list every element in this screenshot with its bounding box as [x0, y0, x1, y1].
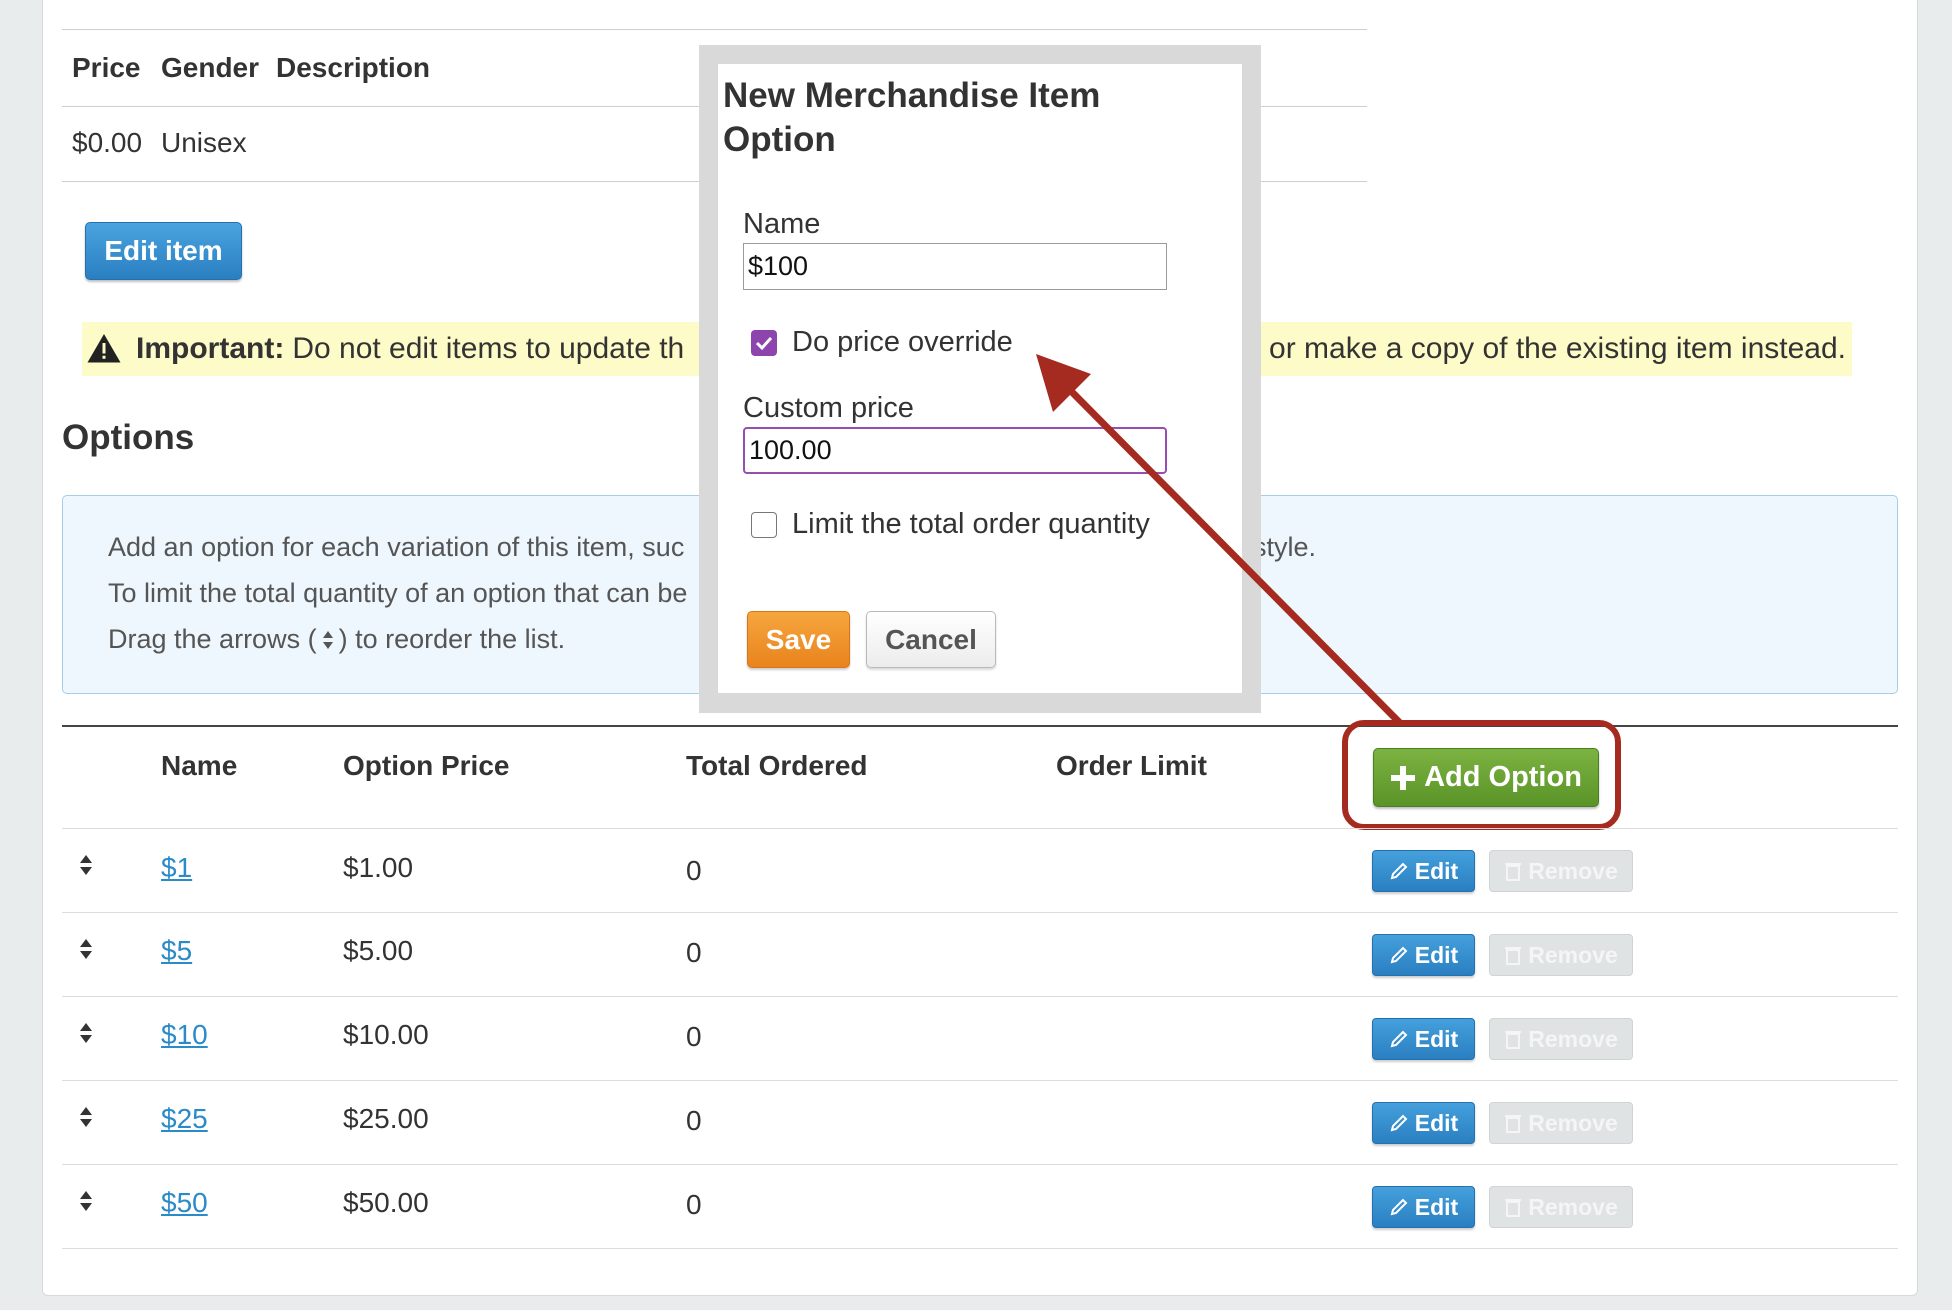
drag-handle-icon[interactable]: [78, 1021, 94, 1045]
limit-quantity-label: Limit the total order quantity: [792, 508, 1150, 540]
edit-label: Edit: [1414, 1109, 1459, 1136]
annotation-highlight-box: [1342, 720, 1621, 830]
option-ordered: 0: [686, 937, 702, 968]
edit-option-button[interactable]: Edit: [1372, 934, 1475, 976]
checkmark-icon: [755, 336, 773, 351]
header-description: Description: [276, 52, 431, 83]
option-price: $50.00: [343, 1187, 429, 1218]
info-line-3: Drag the arrows ( ) to reorder the list.: [108, 624, 565, 655]
header-total-ordered: Total Ordered: [686, 750, 868, 781]
header-name: Name: [161, 750, 238, 781]
trash-icon: [1505, 1199, 1522, 1217]
drag-handle-icon[interactable]: [78, 937, 94, 961]
option-ordered: 0: [686, 855, 702, 886]
info-line-1: Add an option for each variation of this…: [108, 532, 685, 562]
row-divider: [62, 1164, 1898, 1165]
row-divider: [62, 912, 1898, 913]
option-ordered: 0: [686, 1105, 702, 1136]
new-option-modal: New Merchandise Item Option Name Do pric…: [718, 64, 1242, 693]
row-divider: [62, 996, 1898, 997]
info-line-1-tail: style.: [1253, 532, 1317, 562]
pencil-icon: [1390, 1114, 1408, 1132]
option-ordered: 0: [686, 1189, 702, 1220]
option-name-link[interactable]: $10: [161, 1019, 208, 1051]
option-price: $1.00: [343, 852, 414, 883]
table-top-border: [62, 29, 1367, 30]
remove-option-button[interactable]: Remove: [1489, 1018, 1633, 1060]
warning-icon: [87, 334, 121, 363]
custom-price-label: Custom price: [743, 392, 914, 424]
option-name-link[interactable]: $1: [161, 852, 192, 884]
edit-label: Edit: [1414, 857, 1459, 884]
edit-option-button[interactable]: Edit: [1372, 1018, 1475, 1060]
option-name-link[interactable]: $5: [161, 935, 192, 967]
limit-quantity-checkbox[interactable]: [751, 512, 777, 538]
remove-label: Remove: [1528, 1025, 1618, 1052]
remove-label: Remove: [1528, 857, 1618, 884]
edit-label: Edit: [1414, 1025, 1459, 1052]
header-price: Price: [72, 52, 141, 83]
row-divider: [62, 1080, 1898, 1081]
sort-arrows-icon: [322, 631, 333, 649]
pencil-icon: [1390, 1030, 1408, 1048]
trash-icon: [1505, 1031, 1522, 1049]
edit-option-button[interactable]: Edit: [1372, 850, 1475, 892]
pencil-icon: [1390, 946, 1408, 964]
option-price: $5.00: [343, 935, 414, 966]
info-line-3-pre: Drag the arrows (: [108, 624, 317, 654]
drag-handle-icon[interactable]: [78, 1189, 94, 1213]
row-divider: [62, 828, 1898, 829]
pencil-icon: [1390, 1198, 1408, 1216]
option-price: $25.00: [343, 1103, 429, 1134]
header-gender: Gender: [161, 52, 260, 83]
item-gender: Unisex: [161, 127, 247, 158]
remove-option-button[interactable]: Remove: [1489, 1102, 1633, 1144]
option-name-link[interactable]: $25: [161, 1103, 208, 1135]
name-label: Name: [743, 208, 821, 240]
warning-strong: Important:: [136, 332, 285, 365]
option-name-link[interactable]: $50: [161, 1187, 208, 1219]
warning-tail: or make a copy of the existing item inst…: [1265, 332, 1846, 366]
remove-label: Remove: [1528, 1109, 1618, 1136]
remove-option-button[interactable]: Remove: [1489, 850, 1633, 892]
table-bottom-border: [62, 1248, 1898, 1249]
custom-price-input[interactable]: [743, 427, 1167, 474]
header-option-price: Option Price: [343, 750, 510, 781]
trash-icon: [1505, 1115, 1522, 1133]
drag-handle-icon[interactable]: [78, 853, 94, 877]
save-button[interactable]: Save: [747, 611, 850, 668]
pencil-icon: [1390, 862, 1408, 880]
info-line-2: To limit the total quantity of an option…: [108, 578, 688, 608]
option-price: $10.00: [343, 1019, 429, 1050]
remove-option-button[interactable]: Remove: [1489, 934, 1633, 976]
modal-title: New Merchandise Item Option: [723, 76, 1101, 159]
edit-label: Edit: [1414, 941, 1459, 968]
info-line-3-post: ) to reorder the list.: [338, 624, 566, 654]
remove-label: Remove: [1528, 1193, 1618, 1220]
item-price: $0.00: [72, 127, 143, 158]
remove-option-button[interactable]: Remove: [1489, 1186, 1633, 1228]
trash-icon: [1505, 863, 1522, 881]
option-ordered: 0: [686, 1021, 702, 1052]
edit-item-button[interactable]: Edit item: [85, 222, 242, 280]
warning-text: Do not edit items to update th: [292, 332, 685, 365]
edit-label: Edit: [1414, 1193, 1459, 1220]
options-heading: Options: [62, 418, 195, 457]
remove-label: Remove: [1528, 941, 1618, 968]
cancel-button[interactable]: Cancel: [866, 611, 996, 668]
name-input[interactable]: [743, 243, 1167, 290]
edit-option-button[interactable]: Edit: [1372, 1102, 1475, 1144]
price-override-checkbox[interactable]: [751, 330, 777, 356]
trash-icon: [1505, 947, 1522, 965]
edit-option-button[interactable]: Edit: [1372, 1186, 1475, 1228]
options-table-top-border: [62, 725, 1898, 727]
header-order-limit: Order Limit: [1056, 750, 1207, 781]
price-override-label: Do price override: [792, 326, 1013, 358]
drag-handle-icon[interactable]: [78, 1105, 94, 1129]
